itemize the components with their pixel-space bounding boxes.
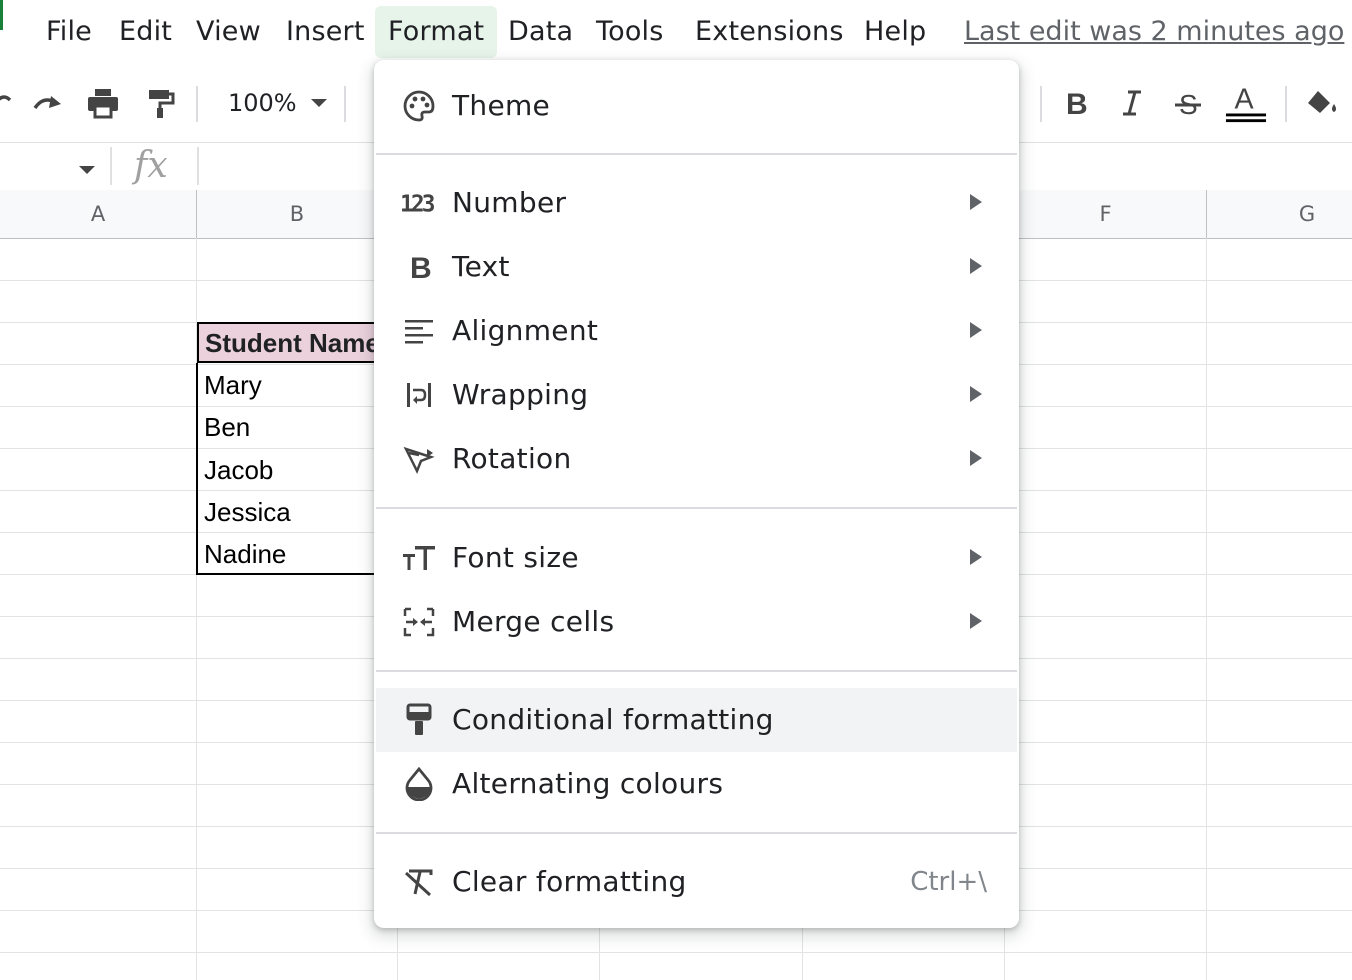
cell-b4[interactable]: Ben [204,407,250,447]
menu-item-label: Clear formatting [452,865,687,898]
svg-text:B: B [410,252,432,282]
fill-color-icon[interactable] [1302,82,1344,124]
menu-item-label: Alignment [452,314,599,347]
menu-separator [376,670,1017,672]
menu-help[interactable]: Help [851,6,939,58]
student-name-header-cell[interactable]: Student Name [197,322,397,363]
menu-item-label: Theme [452,89,551,122]
menu-edit[interactable]: Edit [106,6,185,58]
menu-item-label: Number [452,186,567,219]
menu-item-label: Wrapping [452,378,589,411]
font-size-icon [400,540,438,576]
menu-item-text[interactable]: B Text [376,235,1017,299]
menu-view[interactable]: View [183,6,274,58]
menu-item-label: Alternating colours [452,767,724,800]
column-header-f[interactable]: F [1005,190,1206,238]
cell-b6[interactable]: Jessica [204,492,291,532]
menu-item-number[interactable]: 123 Number [376,171,1017,235]
svg-text:A: A [1235,84,1255,116]
menu-item-label: Rotation [452,442,572,475]
menu-separator [376,832,1017,834]
submenu-arrow-icon [970,386,982,402]
grid-line [1206,190,1207,238]
format-menu: Theme 123 Number B Text Alignment Wrappi… [374,60,1019,928]
formula-divider [110,147,112,185]
student-name-header-text: Student Name [205,328,380,358]
menu-separator [376,507,1017,509]
menu-file[interactable]: File [33,6,105,58]
redo-icon[interactable] [26,82,68,124]
grid-line [0,952,1352,953]
merge-cells-icon [400,604,438,640]
zoom-dropdown-icon[interactable] [298,82,340,124]
strikethrough-icon[interactable]: S [1167,82,1209,124]
fx-icon: fx [134,145,168,186]
drop-icon [400,766,438,802]
menu-item-theme[interactable]: Theme [376,74,1017,138]
menu-item-label: Merge cells [452,605,615,638]
last-edit-link[interactable]: Last edit was 2 minutes ago [964,6,1344,58]
svg-text:123: 123 [400,192,435,216]
submenu-arrow-icon [970,258,982,274]
column-header-a[interactable]: A [0,190,196,238]
menu-item-clear-formatting[interactable]: Clear formatting Ctrl+\ [376,850,1017,914]
cell-b7[interactable]: Nadine [204,534,286,574]
formula-divider [197,147,199,185]
menu-tools[interactable]: Tools [583,6,677,58]
text-color-icon[interactable]: A [1225,82,1267,124]
palette-icon [400,88,438,124]
menu-item-label: Font size [452,541,579,574]
menu-bar: File Edit View Insert Format Data Tools … [0,0,1352,64]
menu-item-label: Conditional formatting [452,703,774,736]
submenu-arrow-icon [970,194,982,210]
paint-format-icon[interactable] [139,82,181,124]
undo-icon[interactable] [0,82,26,124]
clear-format-icon [400,864,438,900]
paint-roller-icon [400,702,438,738]
cell-b3[interactable]: Mary [204,365,262,405]
column-header-g[interactable]: G [1207,190,1352,238]
submenu-arrow-icon [970,549,982,565]
menu-item-merge-cells[interactable]: Merge cells [376,590,1017,654]
bold-b-icon: B [400,249,438,285]
menu-data[interactable]: Data [495,6,586,58]
toolbar-divider [344,86,346,122]
zoom-value[interactable]: 100% [228,84,297,122]
menu-item-wrapping[interactable]: Wrapping [376,363,1017,427]
menu-item-rotation[interactable]: Rotation [376,427,1017,491]
shortcut-label: Ctrl+\ [910,867,987,897]
bold-icon[interactable]: B [1055,82,1097,124]
submenu-arrow-icon [970,450,982,466]
menu-item-font-size[interactable]: Font size [376,526,1017,590]
toolbar-divider [1285,86,1287,122]
menu-item-conditional-formatting[interactable]: Conditional formatting [376,688,1017,752]
name-box-dropdown-icon[interactable] [78,163,96,181]
toolbar-divider [1040,86,1042,122]
text-rotation-icon [400,441,438,477]
submenu-arrow-icon [970,613,982,629]
menu-item-alignment[interactable]: Alignment [376,299,1017,363]
number-format-icon: 123 [400,185,438,221]
wrap-icon [400,377,438,413]
align-left-icon [400,313,438,349]
toolbar-divider [196,86,198,122]
app-logo-edge [0,0,3,30]
cell-b5[interactable]: Jacob [204,450,273,490]
menu-item-label: Text [452,250,510,283]
print-icon[interactable] [82,82,124,124]
menu-format[interactable]: Format [375,6,498,58]
grid-line [196,190,197,238]
menu-extensions[interactable]: Extensions [682,6,857,58]
italic-icon[interactable] [1111,82,1153,124]
column-header-b[interactable]: B [197,190,397,238]
table-border-left [196,363,198,575]
menu-separator [376,153,1017,155]
menu-insert[interactable]: Insert [273,6,378,58]
menu-item-alternating-colours[interactable]: Alternating colours [376,752,1017,816]
svg-text:B: B [1066,88,1088,118]
submenu-arrow-icon [970,322,982,338]
